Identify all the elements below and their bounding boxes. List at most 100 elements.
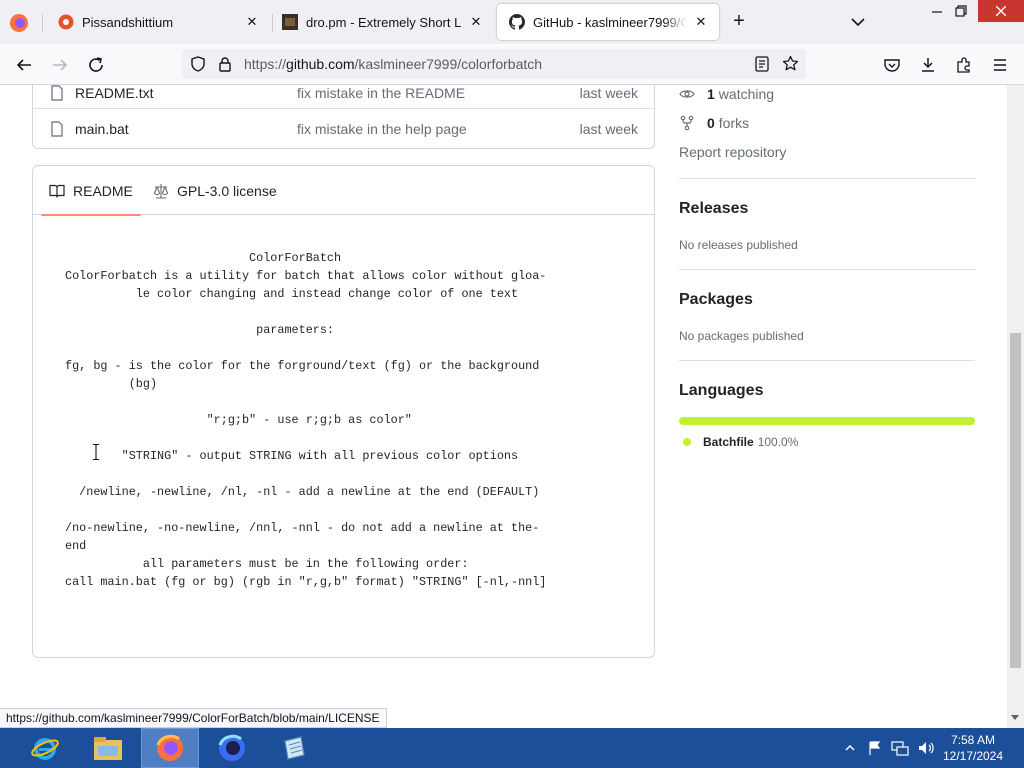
puzzle-piece-icon: [957, 57, 970, 73]
tab-strip: Pissandshittium ✕ dro.pm - Extremely Sho…: [0, 0, 1024, 44]
readme-content: ColorForBatch ColorForbatch is a utility …: [65, 249, 546, 591]
readme-line: "STRING" - output STRING with all previo…: [65, 449, 519, 463]
taskbar-firefox[interactable]: [141, 728, 199, 768]
readme-line: (bg): [65, 377, 158, 391]
new-tab-button[interactable]: +: [728, 11, 750, 33]
tab-dro-pm[interactable]: dro.pm - Extremely Short Links ✕: [270, 4, 494, 40]
watchers-link[interactable]: 1 watching: [679, 86, 774, 102]
releases-heading[interactable]: Releases: [679, 200, 748, 218]
forks-link[interactable]: 0 forks: [679, 115, 749, 131]
taskbar-file-explorer[interactable]: [79, 728, 137, 768]
eye-icon: [679, 90, 695, 98]
commit-message[interactable]: fix mistake in the README: [297, 85, 465, 101]
download-icon: [922, 58, 934, 72]
readme-line: [65, 303, 546, 321]
file-name[interactable]: main.bat: [75, 121, 129, 137]
url-host: github.com: [286, 56, 355, 72]
languages-heading: Languages: [679, 382, 764, 399]
show-hidden-icons-icon[interactable]: [843, 741, 857, 755]
commit-date: last week: [579, 85, 638, 101]
readme-line: ColorForBatch: [65, 251, 342, 265]
internet-explorer-icon: [31, 738, 59, 760]
forks-count: 0: [707, 115, 715, 131]
tab-close-icon[interactable]: ✕: [244, 14, 260, 30]
commit-date: last week: [579, 121, 638, 137]
taskbar-clock[interactable]: 7:58 AM 12/17/2024: [930, 732, 1016, 764]
pocket-icon: [884, 59, 900, 72]
readme-line: all parameters must be in the following …: [65, 557, 469, 571]
taskbar-notepad[interactable]: [265, 728, 323, 768]
action-center-flag-icon[interactable]: [867, 740, 883, 756]
tab-separator: [42, 14, 43, 32]
page-scrollbar[interactable]: [1007, 85, 1024, 728]
close-window-button[interactable]: [978, 0, 1024, 22]
tab-close-icon[interactable]: ✕: [693, 14, 709, 30]
scrollbar-thumb[interactable]: [1010, 333, 1021, 668]
url-scheme: https://: [244, 56, 287, 72]
readme-line: /newline, -newline, /nl, -nl - add a new…: [65, 485, 540, 499]
readme-panel: README GPL-3.0 license ColorForBatch Colo…: [32, 165, 655, 658]
list-all-tabs-icon[interactable]: [848, 12, 868, 32]
file-name[interactable]: README.txt: [75, 85, 154, 101]
downloads-button[interactable]: [916, 53, 940, 77]
firefox-view-icon[interactable]: [8, 12, 30, 34]
github-icon: [509, 14, 525, 30]
back-arrow-icon: [16, 59, 31, 71]
tracking-protection-shield-icon[interactable]: [190, 56, 206, 72]
tab-github[interactable]: GitHub - kaslmineer7999/Color ✕: [497, 4, 719, 40]
tab-readme[interactable]: README: [41, 166, 141, 216]
readme-line: parameters:: [65, 323, 335, 337]
lock-icon[interactable]: [218, 56, 232, 72]
sidebar-divider: [679, 269, 975, 270]
fork-icon: [680, 115, 694, 131]
language-bar: [679, 417, 975, 425]
language-item[interactable]: Batchfile 100.0%: [683, 435, 798, 449]
readme-line: [65, 393, 546, 411]
url-text[interactable]: https://github.com/kaslmineer7999/colorf…: [244, 56, 542, 72]
reload-button[interactable]: [84, 53, 108, 77]
packages-heading[interactable]: Packages: [679, 291, 753, 309]
app-menu-button[interactable]: [988, 53, 1012, 77]
address-bar[interactable]: https://github.com/kaslmineer7999/colorf…: [182, 49, 806, 79]
restore-button[interactable]: [946, 0, 976, 22]
forward-arrow-icon: [53, 59, 68, 71]
readme-line: [65, 501, 546, 519]
readme-line: /no-newline, -no-newline, /nnl, -nnl - d…: [65, 521, 540, 535]
readme-line: "r;g;b" - use r;g;b as color": [65, 413, 412, 427]
file-list: README.txt fix mistake in the README las…: [32, 85, 655, 149]
commit-message[interactable]: fix mistake in the help page: [297, 121, 467, 137]
taskbar-firefox-nightly[interactable]: [203, 728, 261, 768]
tab-label: README: [73, 182, 133, 199]
tab-close-icon[interactable]: ✕: [468, 14, 484, 30]
dro-pm-favicon-icon: [282, 14, 298, 30]
tab-title: dro.pm - Extremely Short Links: [306, 14, 462, 30]
scroll-down-arrow-icon[interactable]: [1011, 715, 1019, 720]
back-button[interactable]: [12, 53, 36, 77]
extensions-button[interactable]: [952, 53, 976, 77]
file-row[interactable]: main.bat fix mistake in the help page la…: [33, 109, 654, 149]
reader-view-icon[interactable]: [754, 56, 770, 72]
taskbar-internet-explorer[interactable]: [16, 728, 74, 768]
language-name: Batchfile: [703, 435, 754, 449]
readme-line: [65, 339, 546, 357]
link-status-tooltip: https://github.com/kaslmineer7999/ColorF…: [0, 708, 387, 728]
bookmark-star-icon[interactable]: [782, 55, 799, 72]
restore-icon: [955, 5, 967, 17]
network-icon[interactable]: [891, 740, 909, 756]
sidebar-divider: [679, 178, 975, 179]
tab-pissandshittium[interactable]: Pissandshittium ✕: [46, 4, 270, 40]
forward-button[interactable]: [48, 53, 72, 77]
clock-time: 7:58 AM: [950, 733, 996, 747]
forks-label: forks: [718, 115, 750, 131]
url-path: /kaslmineer7999/colorforbatch: [354, 56, 543, 72]
tab-license[interactable]: GPL-3.0 license: [153, 166, 277, 215]
close-icon: [996, 6, 1006, 16]
report-repository-link[interactable]: Report repository: [679, 144, 786, 160]
scale-icon: [153, 183, 169, 199]
file-icon: [51, 85, 63, 101]
tab-label: GPL-3.0 license: [177, 182, 277, 199]
book-icon: [49, 184, 65, 198]
readme-line: call main.bat (fg or bg) (rgb in "r,g,b"…: [65, 575, 547, 589]
pocket-button[interactable]: [880, 53, 904, 77]
readme-tab-bar: README GPL-3.0 license: [33, 166, 654, 216]
